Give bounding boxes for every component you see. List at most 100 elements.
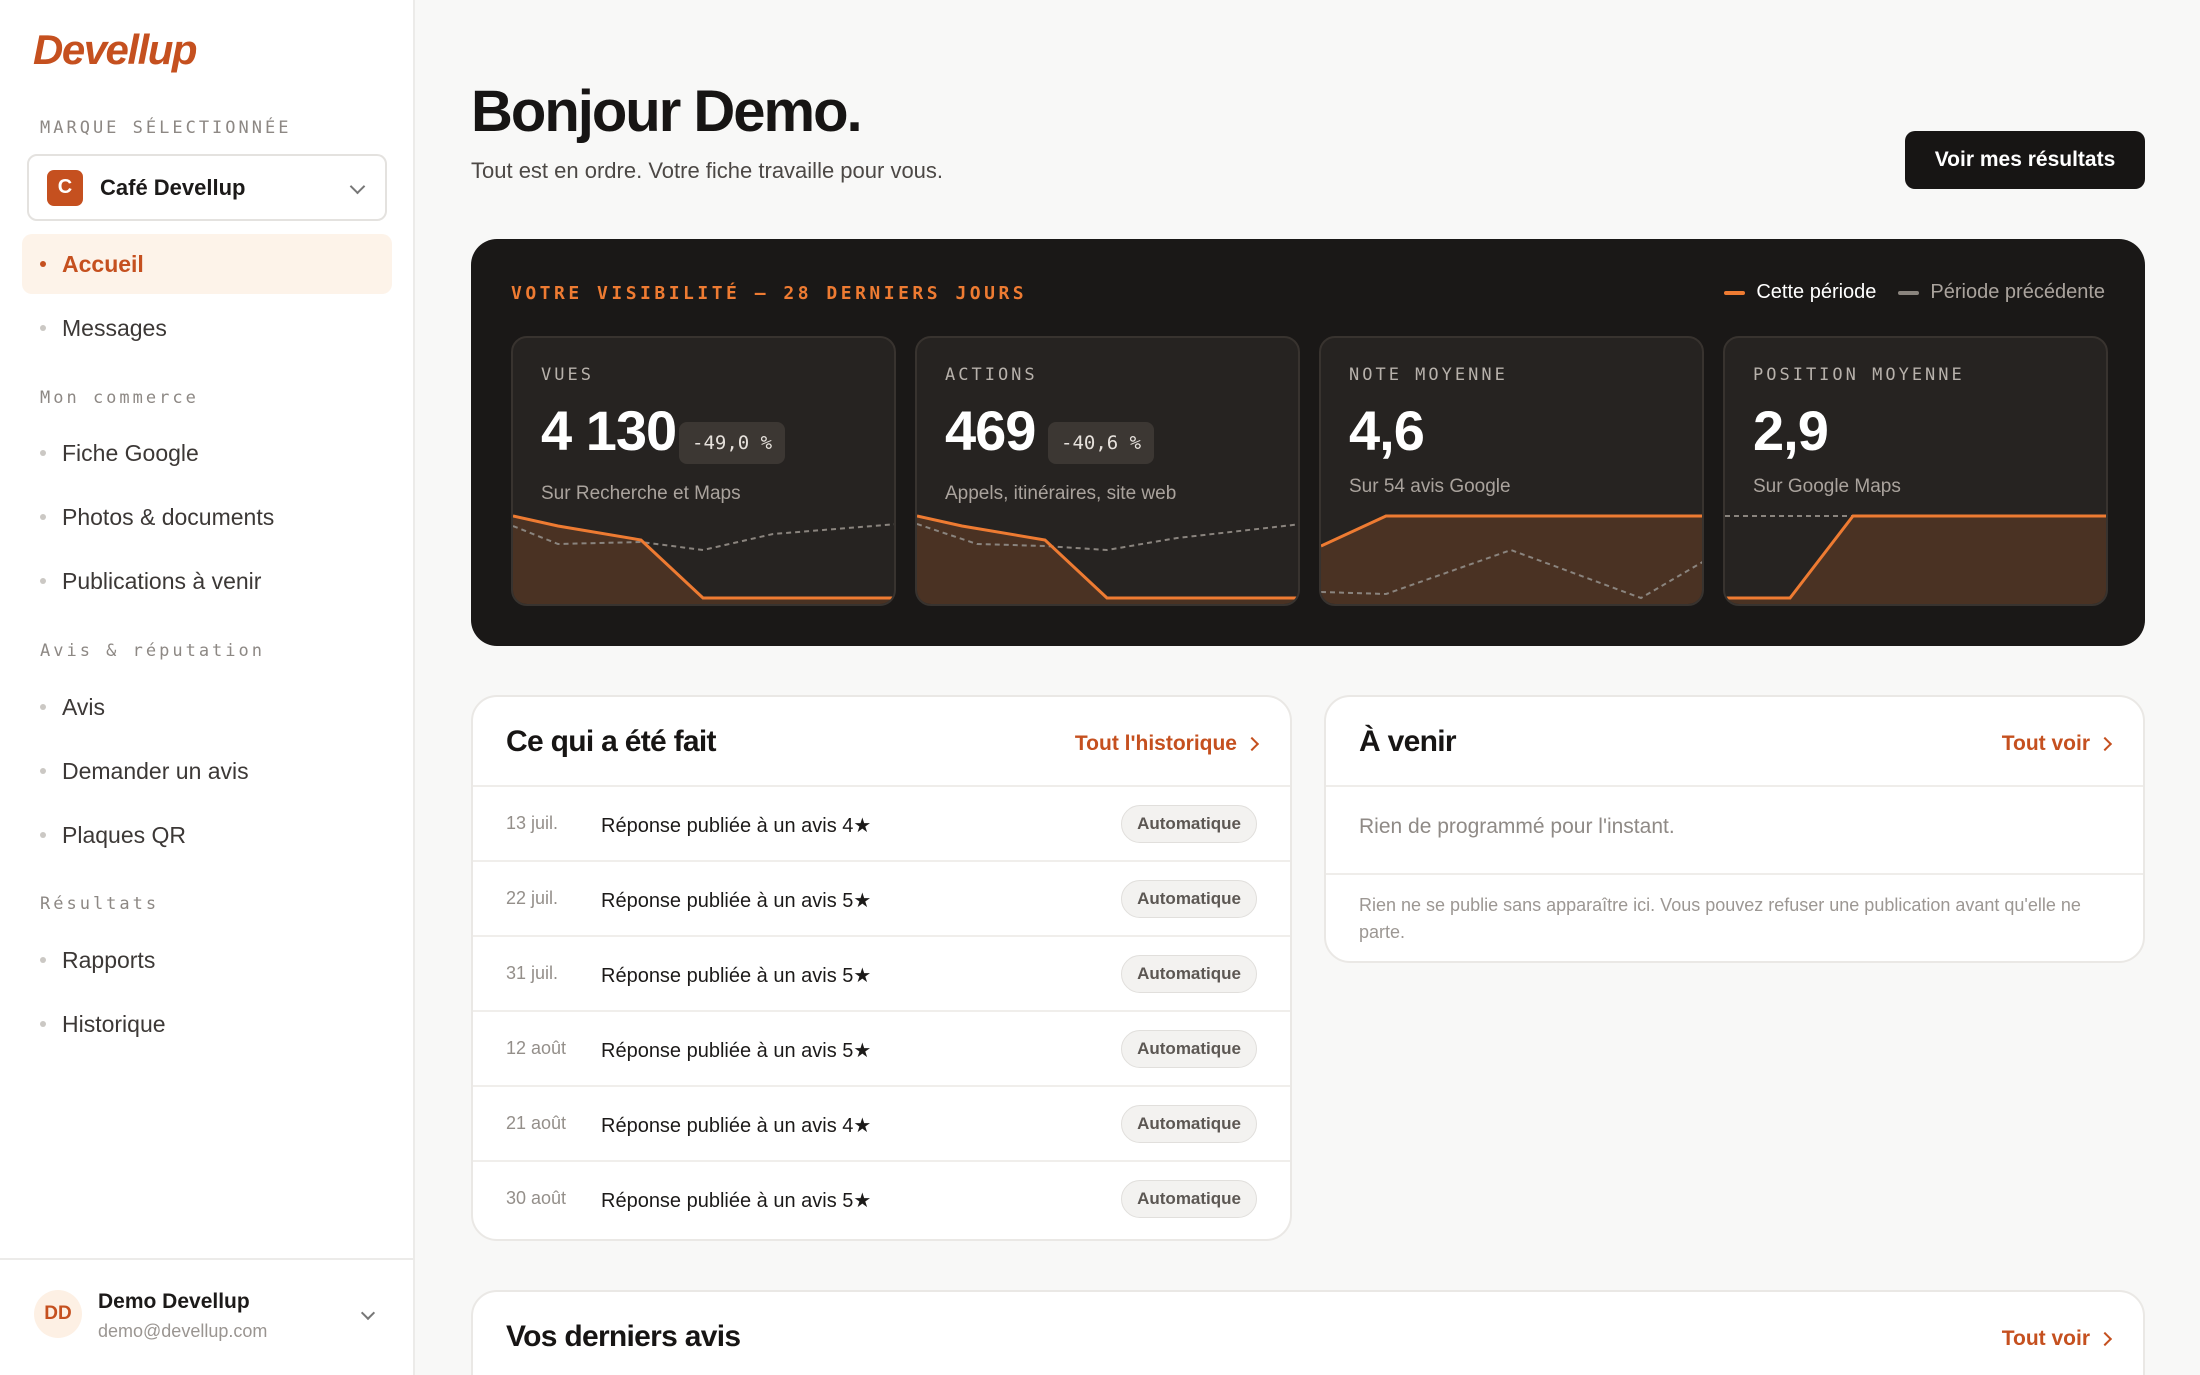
link-label: Tout voir bbox=[2001, 1327, 2090, 1350]
sidebar-item-publications[interactable]: Publications à venir bbox=[22, 551, 392, 611]
card-header: Ce qui a été fait Tout l'historique bbox=[473, 697, 1290, 787]
sidebar-item-label: Accueil bbox=[62, 250, 144, 277]
sidebar-item-label: Messages bbox=[62, 314, 167, 341]
bullet-icon bbox=[40, 832, 46, 838]
brand-label: MARQUE SÉLECTIONNÉE bbox=[40, 118, 292, 138]
avatar: DD bbox=[34, 1290, 82, 1338]
link-label: Tout voir bbox=[2001, 732, 2090, 755]
table-row[interactable]: 21 août Réponse publiée à un avis 4★ Aut… bbox=[473, 1087, 1290, 1162]
bullet-icon bbox=[40, 704, 46, 710]
see-all-reviews-link[interactable]: Tout voir bbox=[2001, 1327, 2113, 1351]
history-link[interactable]: Tout l'historique bbox=[1074, 732, 1260, 756]
user-name: Demo Devellup bbox=[98, 1290, 250, 1313]
bullet-icon bbox=[40, 1021, 46, 1027]
chevron-right-icon bbox=[2097, 736, 2113, 752]
kpi-value: 4 130 bbox=[541, 399, 677, 462]
table-row[interactable]: 13 juil. Réponse publiée à un avis 4★ Au… bbox=[473, 787, 1290, 862]
kpi-subtitle: Sur 54 avis Google bbox=[1349, 476, 1511, 497]
page-subtitle: Tout est en ordre. Votre fiche travaille… bbox=[471, 158, 944, 183]
upcoming-card: À venir Tout voir Rien de programmé pour… bbox=[1324, 695, 2145, 963]
chevron-right-icon bbox=[1244, 736, 1260, 752]
chevron-right-icon bbox=[2097, 1331, 2113, 1347]
legend-swatch-previous bbox=[1898, 290, 1920, 295]
kpi-delta-badge: -49,0 % bbox=[679, 422, 786, 464]
sidebar-item-demander-avis[interactable]: Demander un avis bbox=[22, 741, 392, 801]
row-date: 31 juil. bbox=[506, 963, 559, 983]
row-date: 22 juil. bbox=[506, 888, 559, 908]
card-title: Vos derniers avis bbox=[506, 1320, 741, 1353]
sidebar-item-label: Plaques QR bbox=[62, 821, 187, 848]
done-card: Ce qui a été fait Tout l'historique 13 j… bbox=[471, 695, 1292, 1241]
card-title: Ce qui a été fait bbox=[506, 725, 717, 758]
row-date: 13 juil. bbox=[506, 813, 559, 833]
bullet-icon bbox=[40, 578, 46, 584]
status-badge: Automatique bbox=[1121, 1030, 1257, 1068]
bullet-icon bbox=[40, 957, 46, 963]
kpi-card-position[interactable]: POSITION MOYENNE 2,9 Sur Google Maps bbox=[1723, 336, 2108, 606]
legend-label: Période précédente bbox=[1930, 281, 2105, 303]
user-menu[interactable]: DD Demo Devellup demo@devellup.com bbox=[0, 1258, 413, 1375]
row-date: 12 août bbox=[506, 1038, 567, 1058]
empty-state-text: Rien de programmé pour l'instant. bbox=[1359, 815, 1675, 838]
kpi-card-actions[interactable]: ACTIONS 469 -40,6 % Appels, itinéraires,… bbox=[915, 336, 1300, 606]
row-text: Réponse publiée à un avis 5★ bbox=[601, 890, 872, 912]
view-results-button[interactable]: Voir mes résultats bbox=[1905, 131, 2145, 189]
status-badge: Automatique bbox=[1121, 880, 1257, 918]
legend-label: Cette période bbox=[1756, 281, 1877, 303]
sidebar-item-label: Avis bbox=[62, 693, 106, 720]
status-badge: Automatique bbox=[1121, 805, 1257, 843]
legend-previous: Période précédente bbox=[1898, 281, 2105, 304]
kpi-value: 4,6 bbox=[1349, 399, 1425, 462]
bullet-icon bbox=[40, 325, 46, 331]
table-row[interactable]: 30 août Réponse publiée à un avis 5★ Aut… bbox=[473, 1162, 1290, 1237]
row-date: 21 août bbox=[506, 1113, 567, 1133]
section-title-resultats: Résultats bbox=[40, 894, 160, 914]
sparkline-actions bbox=[917, 514, 1298, 604]
divider bbox=[1326, 873, 2143, 875]
sparkline-note bbox=[1321, 514, 1702, 604]
sidebar-item-label: Rapports bbox=[62, 946, 156, 973]
table-row[interactable]: 31 juil. Réponse publiée à un avis 5★ Au… bbox=[473, 937, 1290, 1012]
kpi-subtitle: Sur Google Maps bbox=[1753, 476, 1901, 497]
sidebar-item-rapports[interactable]: Rapports bbox=[22, 930, 392, 990]
legend-current: Cette période bbox=[1724, 281, 1876, 304]
status-badge: Automatique bbox=[1121, 955, 1257, 993]
card-title: À venir bbox=[1359, 725, 1457, 758]
see-all-link[interactable]: Tout voir bbox=[2001, 732, 2113, 756]
row-text: Réponse publiée à un avis 4★ bbox=[601, 815, 872, 837]
sidebar-item-accueil[interactable]: Accueil bbox=[22, 234, 392, 294]
kpi-card-vues[interactable]: VUES 4 130 -49,0 % Sur Recherche et Maps bbox=[511, 336, 896, 606]
sidebar-item-messages[interactable]: Messages bbox=[22, 298, 392, 358]
sidebar-item-photos[interactable]: Photos & documents bbox=[22, 487, 392, 547]
chevron-down-icon bbox=[360, 1305, 376, 1321]
row-text: Réponse publiée à un avis 5★ bbox=[601, 1190, 872, 1212]
kpi-delta-badge: -40,6 % bbox=[1048, 422, 1155, 464]
sidebar-item-label: Historique bbox=[62, 1010, 166, 1037]
sidebar-item-label: Fiche Google bbox=[62, 439, 199, 466]
kpi-subtitle: Sur Recherche et Maps bbox=[541, 483, 741, 504]
sidebar-item-label: Demander un avis bbox=[62, 757, 249, 784]
table-row[interactable]: 12 août Réponse publiée à un avis 5★ Aut… bbox=[473, 1012, 1290, 1087]
table-row[interactable]: 22 juil. Réponse publiée à un avis 5★ Au… bbox=[473, 862, 1290, 937]
brand-selector[interactable]: C Café Devellup bbox=[27, 154, 387, 221]
user-email: demo@devellup.com bbox=[98, 1321, 268, 1341]
kpi-label: NOTE MOYENNE bbox=[1349, 365, 1508, 385]
reviews-card: Vos derniers avis Tout voir bbox=[471, 1290, 2145, 1375]
status-badge: Automatique bbox=[1121, 1105, 1257, 1143]
row-date: 30 août bbox=[506, 1188, 567, 1208]
page-title: Bonjour Demo. bbox=[471, 79, 863, 144]
kpi-value: 2,9 bbox=[1753, 399, 1829, 462]
section-title-commerce: Mon commerce bbox=[40, 388, 199, 408]
link-label: Tout l'historique bbox=[1074, 732, 1237, 755]
sidebar-item-fiche-google[interactable]: Fiche Google bbox=[22, 423, 392, 483]
card-header: Vos derniers avis Tout voir bbox=[473, 1292, 2143, 1375]
app-logo[interactable]: Devellup bbox=[33, 26, 198, 74]
kpi-label: POSITION MOYENNE bbox=[1753, 365, 1965, 385]
kpi-card-note[interactable]: NOTE MOYENNE 4,6 Sur 54 avis Google bbox=[1319, 336, 1704, 606]
row-text: Réponse publiée à un avis 5★ bbox=[601, 965, 872, 987]
sidebar-item-avis[interactable]: Avis bbox=[22, 677, 392, 737]
chevron-down-icon bbox=[349, 178, 366, 195]
sidebar-item-historique[interactable]: Historique bbox=[22, 994, 392, 1054]
kpi-value: 469 bbox=[945, 399, 1036, 462]
sidebar-item-plaques-qr[interactable]: Plaques QR bbox=[22, 805, 392, 865]
